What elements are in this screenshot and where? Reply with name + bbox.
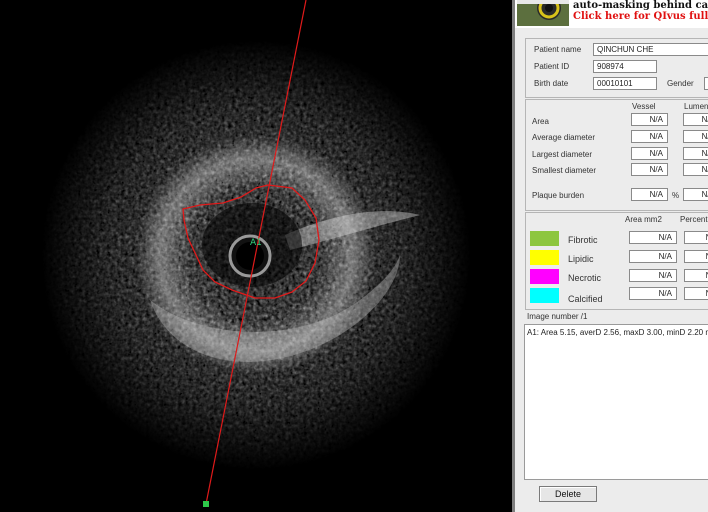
necrotic-label: Necrotic	[568, 273, 602, 283]
area-mm2-column-header: Area mm2	[625, 215, 662, 224]
necrotic-percent-value: N/A	[684, 269, 708, 282]
plaque-burden-unit: %	[672, 191, 680, 200]
percentage-column-header: Percentage	[680, 215, 708, 224]
results-listbox[interactable]: A1: Area 5.15, averD 2.56, maxD 3.00, mi…	[524, 324, 708, 480]
area-label: Area	[532, 117, 549, 126]
calcified-label: Calcified	[568, 294, 603, 304]
fibrotic-percent-value: N/A	[684, 231, 708, 244]
calcified-area-value: N/A	[629, 287, 677, 300]
line-handle[interactable]	[203, 501, 209, 507]
gender-label: Gender	[667, 79, 694, 88]
lipidic-percent-value: N/A	[684, 250, 708, 263]
qivus-logo-icon	[517, 0, 569, 26]
birth-date-label: Birth date	[534, 79, 569, 88]
area-lumen-value: N/A	[683, 113, 708, 126]
vessel-column-header: Vessel	[632, 102, 656, 111]
smallest-diameter-label: Smallest diameter	[532, 166, 597, 175]
image-number-label: Image number /1	[527, 312, 588, 321]
lipidic-area-value: N/A	[629, 250, 677, 263]
plaque-burden-lumen-value: N/A	[683, 188, 708, 201]
ivus-image-viewer[interactable]: A1	[0, 0, 512, 512]
lipidic-color-swatch	[530, 250, 559, 265]
gender-field[interactable]	[704, 77, 708, 90]
largest-diameter-label: Largest diameter	[532, 150, 593, 159]
delete-button[interactable]: Delete	[539, 486, 597, 502]
banner-feature-text: auto-masking behind calcium	[573, 0, 708, 11]
average-diameter-lumen-value: N/A	[683, 130, 708, 143]
area-vessel-value: N/A	[631, 113, 668, 126]
fibrotic-area-value: N/A	[629, 231, 677, 244]
patient-name-field[interactable]: QINCHUN CHE	[593, 43, 708, 56]
promo-banner[interactable]: auto-masking behind calcium Click here f…	[515, 0, 708, 28]
patient-name-label: Patient name	[534, 45, 582, 54]
calcified-percent-value: N/A	[684, 287, 708, 300]
necrotic-area-value: N/A	[629, 269, 677, 282]
calcified-color-swatch	[530, 288, 559, 303]
contour-label: A1	[250, 238, 262, 248]
largest-diameter-vessel-value: N/A	[631, 147, 668, 160]
ivus-canvas[interactable]: A1	[0, 0, 512, 512]
largest-diameter-lumen-value: N/A	[683, 147, 708, 160]
patient-info-group: Patient name QINCHUN CHE Patient ID 9089…	[525, 38, 708, 98]
fibrotic-label: Fibrotic	[568, 235, 598, 245]
patient-id-field[interactable]: 908974	[593, 60, 657, 73]
necrotic-color-swatch	[530, 269, 559, 284]
plaque-burden-value: N/A	[631, 188, 668, 201]
tissue-composition-group: Area mm2 Percentage Fibrotic N/A N/A Lip…	[525, 212, 708, 310]
list-item[interactable]: A1: Area 5.15, averD 2.56, maxD 3.00, mi…	[527, 328, 708, 337]
smallest-diameter-lumen-value: N/A	[683, 163, 708, 176]
lipidic-label: Lipidic	[568, 254, 594, 264]
average-diameter-vessel-value: N/A	[631, 130, 668, 143]
birth-date-field[interactable]: 00010101	[593, 77, 657, 90]
analysis-panel: auto-masking behind calcium Click here f…	[515, 0, 708, 512]
fibrotic-color-swatch	[530, 231, 559, 246]
plaque-burden-label: Plaque burden	[532, 191, 585, 200]
upgrade-link[interactable]: Click here for QIvus full edition	[573, 11, 708, 22]
measurement-group: Vessel Lumen Area N/A N/A Average diamet…	[525, 99, 708, 211]
smallest-diameter-vessel-value: N/A	[631, 163, 668, 176]
lumen-column-header: Lumen	[684, 102, 708, 111]
average-diameter-label: Average diameter	[532, 133, 595, 142]
patient-id-label: Patient ID	[534, 62, 570, 71]
